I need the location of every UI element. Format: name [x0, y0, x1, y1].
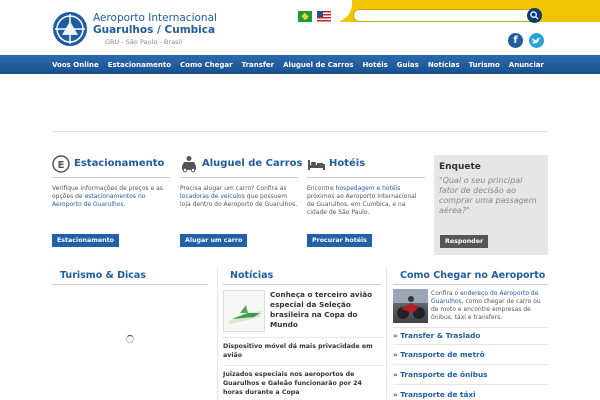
parking-icon: E	[52, 155, 70, 173]
feature-title[interactable]: Aluguel de Carros	[202, 158, 302, 169]
section-rule	[223, 284, 381, 285]
news-separator	[223, 365, 383, 366]
feature-description: Verifique informações de preços e as opç…	[52, 185, 163, 208]
link-separator	[393, 364, 548, 365]
site-header: Aeroporto Internacional Guarulhos / Cumb…	[0, 0, 600, 54]
nav-voos-online[interactable]: Voos Online	[52, 61, 99, 69]
feature-rule	[180, 177, 298, 178]
transfer-traslado-link[interactable]: » Transfer & Traslado	[393, 331, 480, 340]
nav-anunciar[interactable]: Anunciar	[509, 61, 544, 69]
twitter-icon[interactable]	[529, 33, 544, 48]
news-item[interactable]: Dispositivo móvel dá mais privacidade em…	[223, 342, 383, 360]
bed-icon	[307, 155, 325, 173]
estacionamento-button[interactable]: Estacionamento	[52, 234, 119, 247]
transporte-onibus-link[interactable]: » Transporte de ônibus	[393, 370, 488, 379]
news-headline-main[interactable]: Conheça o terceiro avião especial da Sel…	[270, 290, 380, 330]
link-separator	[393, 384, 548, 385]
feature-title[interactable]: Hotéis	[329, 158, 365, 169]
logo-title-line2[interactable]: Guarulhos / Cumbica	[93, 24, 215, 36]
responder-button[interactable]: Responder	[440, 235, 489, 248]
search-input[interactable]	[353, 9, 541, 22]
airport-logo-icon[interactable]	[53, 12, 87, 46]
nav-aluguel-de-carros[interactable]: Aluguel de Carros	[283, 61, 353, 69]
news-thumbnail[interactable]	[223, 290, 265, 332]
nav-como-chegar[interactable]: Como Chegar	[180, 61, 233, 69]
logo-title-line1[interactable]: Aeroporto Internacional	[93, 12, 217, 24]
facebook-icon[interactable]: f	[508, 33, 523, 48]
motorcycle-photo	[393, 289, 428, 323]
usa-flag-icon[interactable]	[317, 11, 331, 22]
alugar-carro-button[interactable]: Alugar um carro	[180, 234, 248, 247]
news-separator	[223, 337, 383, 338]
nav-estacionamento[interactable]: Estacionamento	[108, 61, 171, 69]
poll-title: Enquete	[439, 162, 481, 172]
feature-title[interactable]: Estacionamento	[74, 158, 164, 169]
main-navigation: Voos Online Estacionamento Como Chegar T…	[0, 55, 600, 74]
content-divider	[52, 131, 548, 132]
poll-box: Enquete "Qual o seu principal fator de d…	[434, 155, 548, 255]
noticias-section-title[interactable]: Notícias	[230, 270, 273, 281]
locadoras-link[interactable]: locadoras de veículos	[180, 193, 245, 200]
como-chegar-section-title[interactable]: Como Chegar no Aeroporto	[400, 270, 545, 281]
turismo-section-title[interactable]: Turismo & Dicas	[60, 270, 146, 281]
hospedagem-link[interactable]: hospedagem e hotéis	[336, 185, 401, 192]
nav-guias[interactable]: Guias	[397, 61, 419, 69]
feature-description: Encontre hospedagem e hotéis próximos ao…	[307, 185, 417, 216]
feature-rule	[52, 177, 170, 178]
svg-text:E: E	[58, 160, 65, 171]
procurar-hoteis-button[interactable]: Procurar hotéis	[307, 234, 372, 247]
column-divider	[386, 268, 387, 400]
feature-description: Precisa alugar um carro? Confira as loca…	[180, 185, 298, 208]
nav-transfer[interactable]: Transfer	[242, 61, 275, 69]
transporte-metro-link[interactable]: » Transporte de metrô	[393, 350, 485, 359]
como-chegar-description: Confira o endereço do Aeroporto de Guaru…	[431, 290, 541, 321]
car-icon	[180, 155, 198, 173]
feature-rule	[307, 177, 425, 178]
brazil-flag-icon[interactable]	[298, 11, 312, 22]
news-item[interactable]: Juizados especiais nos aeroportos de Gua…	[223, 370, 383, 397]
column-divider	[217, 268, 218, 400]
loading-spinner-icon	[126, 335, 134, 343]
nav-turismo[interactable]: Turismo	[469, 61, 500, 69]
link-separator	[393, 327, 548, 328]
link-separator	[393, 344, 548, 345]
logo-subtitle: GRU - São Paulo - Brasil	[105, 38, 183, 46]
section-rule	[52, 284, 208, 285]
poll-question: "Qual o seu principal fator de decisão a…	[439, 176, 537, 215]
search-icon[interactable]	[527, 8, 542, 23]
nav-noticias[interactable]: Notícias	[428, 61, 460, 69]
nav-hoteis[interactable]: Hotéis	[362, 61, 387, 69]
transporte-taxi-link[interactable]: » Transporte de táxi	[393, 390, 476, 399]
section-rule	[393, 284, 548, 285]
